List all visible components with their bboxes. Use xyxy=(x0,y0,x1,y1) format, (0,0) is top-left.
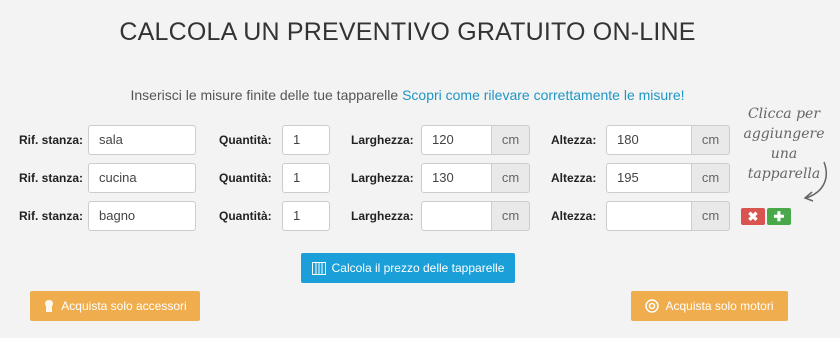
buy-motors-label: Acquista solo motori xyxy=(665,299,774,313)
room-input[interactable]: sala xyxy=(88,125,196,155)
delete-row-button[interactable]: ✖ xyxy=(741,208,765,225)
unit-addon: cm xyxy=(492,125,530,155)
height-input[interactable]: 180 xyxy=(606,125,692,155)
quantity-label: Quantità: xyxy=(219,171,272,185)
room-label: Rif. stanza: xyxy=(19,209,84,223)
room-input[interactable]: cucina xyxy=(88,163,196,193)
calculate-price-button[interactable]: Calcola il prezzo delle tapparelle xyxy=(301,253,515,283)
hint-line: aggiungere xyxy=(743,126,825,142)
height-label: Altezza: xyxy=(551,171,597,185)
hint-line: Clicca per xyxy=(747,106,821,122)
unit-addon: cm xyxy=(692,163,730,193)
calculate-price-label: Calcola il prezzo delle tapparelle xyxy=(331,261,505,275)
room-input[interactable]: bagno xyxy=(88,201,196,231)
quantity-input[interactable]: 1 xyxy=(282,125,330,155)
accessory-icon xyxy=(45,300,54,312)
close-icon: ✖ xyxy=(747,209,759,224)
unit-addon: cm xyxy=(492,163,530,193)
unit-addon: cm xyxy=(692,125,730,155)
quantity-input[interactable]: 1 xyxy=(282,163,330,193)
room-label: Rif. stanza: xyxy=(19,171,84,185)
width-input[interactable]: 120 xyxy=(421,125,492,155)
unit-addon: cm xyxy=(692,201,730,231)
blind-row: Rif. stanza: sala Quantità: 1 Larghezza:… xyxy=(0,125,760,157)
motor-icon xyxy=(645,299,660,313)
quantity-input[interactable]: 1 xyxy=(282,201,330,231)
quantity-label: Quantità: xyxy=(219,133,272,147)
width-input[interactable] xyxy=(421,201,492,231)
blinds-icon xyxy=(311,261,326,275)
subtitle-text: Inserisci le misure finite delle tue tap… xyxy=(130,87,399,103)
blind-row: Rif. stanza: bagno Quantità: 1 Larghezza… xyxy=(0,201,760,233)
blind-row: Rif. stanza: cucina Quantità: 1 Larghezz… xyxy=(0,163,760,195)
unit-addon: cm xyxy=(492,201,530,231)
buy-accessories-label: Acquista solo accessori xyxy=(61,299,187,313)
height-label: Altezza: xyxy=(551,133,597,147)
quantity-label: Quantità: xyxy=(219,209,272,223)
height-input[interactable] xyxy=(606,201,692,231)
room-label: Rif. stanza: xyxy=(19,133,84,147)
plus-icon: ✚ xyxy=(773,209,785,224)
subtitle: Inserisci le misure finite delle tue tap… xyxy=(0,87,815,103)
width-label: Larghezza: xyxy=(351,209,414,223)
width-label: Larghezza: xyxy=(351,171,414,185)
width-label: Larghezza: xyxy=(351,133,414,147)
buy-accessories-button[interactable]: Acquista solo accessori xyxy=(30,291,200,321)
page-title: CALCOLA UN PREVENTIVO GRATUITO ON-LINE xyxy=(119,18,696,46)
curved-arrow-icon xyxy=(803,161,827,202)
height-input[interactable]: 195 xyxy=(606,163,692,193)
width-input[interactable]: 130 xyxy=(421,163,492,193)
measure-guide-link[interactable]: Scopri come rilevare correttamente le mi… xyxy=(402,87,684,103)
add-row-button[interactable]: ✚ xyxy=(767,208,791,225)
height-label: Altezza: xyxy=(551,209,597,223)
buy-motors-button[interactable]: Acquista solo motori xyxy=(631,291,788,321)
